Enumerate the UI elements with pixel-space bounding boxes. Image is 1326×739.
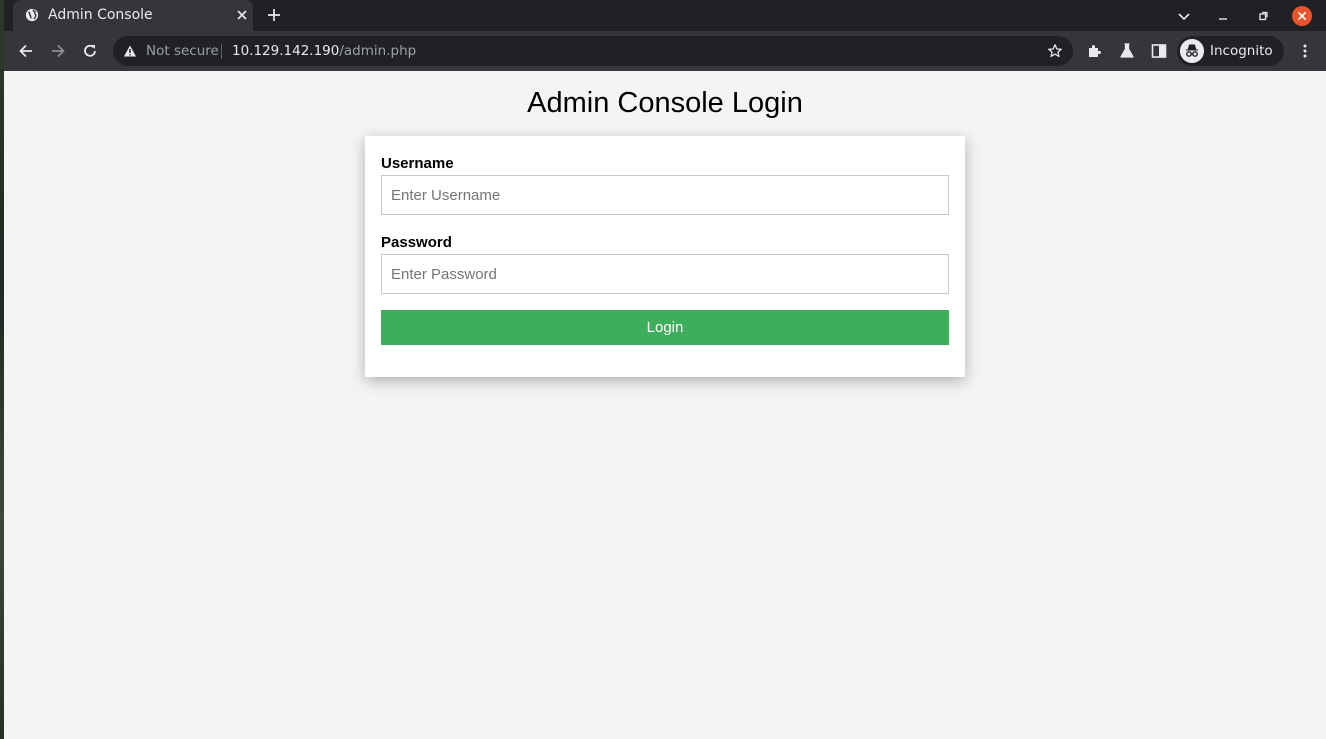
tab-admin-console[interactable]: Admin Console bbox=[13, 0, 253, 31]
url-host: 10.129.142.190 bbox=[232, 43, 340, 59]
url-text[interactable]: 10.129.142.190/admin.php bbox=[232, 43, 416, 59]
reload-icon[interactable] bbox=[81, 42, 99, 60]
login-button[interactable]: Login bbox=[381, 310, 949, 345]
globe-icon bbox=[25, 8, 39, 22]
tab-search-chevron-icon[interactable] bbox=[1176, 8, 1192, 24]
page-title: Admin Console Login bbox=[527, 87, 803, 119]
labs-flask-icon[interactable] bbox=[1118, 42, 1136, 60]
forward-icon[interactable] bbox=[49, 42, 67, 60]
warning-icon[interactable] bbox=[123, 44, 137, 58]
extensions-puzzle-icon[interactable] bbox=[1086, 42, 1104, 60]
close-tab-icon[interactable] bbox=[235, 8, 249, 22]
close-window-icon[interactable] bbox=[1291, 5, 1313, 27]
url-path: /admin.php bbox=[339, 43, 417, 59]
address-divider bbox=[221, 44, 222, 59]
password-input[interactable] bbox=[381, 254, 949, 294]
new-tab-icon[interactable] bbox=[266, 7, 282, 23]
tab-title: Admin Console bbox=[48, 7, 153, 23]
username-label: Username bbox=[381, 155, 454, 172]
login-form: Username Password Login bbox=[365, 136, 965, 377]
bookmark-star-icon[interactable] bbox=[1047, 43, 1063, 59]
minimize-icon[interactable] bbox=[1215, 8, 1231, 24]
username-input[interactable] bbox=[381, 175, 949, 215]
incognito-profile-button[interactable]: Incognito bbox=[1177, 36, 1284, 66]
password-label: Password bbox=[381, 234, 452, 251]
incognito-icon bbox=[1180, 39, 1204, 63]
browser-toolbar: Not secure 10.129.142.190/admin.php Inco… bbox=[4, 31, 1326, 71]
page-content: Admin Console Login Username Password Lo… bbox=[4, 71, 1326, 739]
side-panel-icon[interactable] bbox=[1150, 42, 1168, 60]
tab-strip: Admin Console bbox=[4, 0, 1326, 31]
address-bar[interactable]: Not secure 10.129.142.190/admin.php bbox=[113, 36, 1073, 66]
menu-kebab-icon[interactable] bbox=[1296, 42, 1314, 60]
security-label[interactable]: Not secure bbox=[146, 43, 219, 59]
profile-label: Incognito bbox=[1210, 43, 1273, 59]
restore-icon[interactable] bbox=[1255, 8, 1271, 24]
back-icon[interactable] bbox=[17, 42, 35, 60]
